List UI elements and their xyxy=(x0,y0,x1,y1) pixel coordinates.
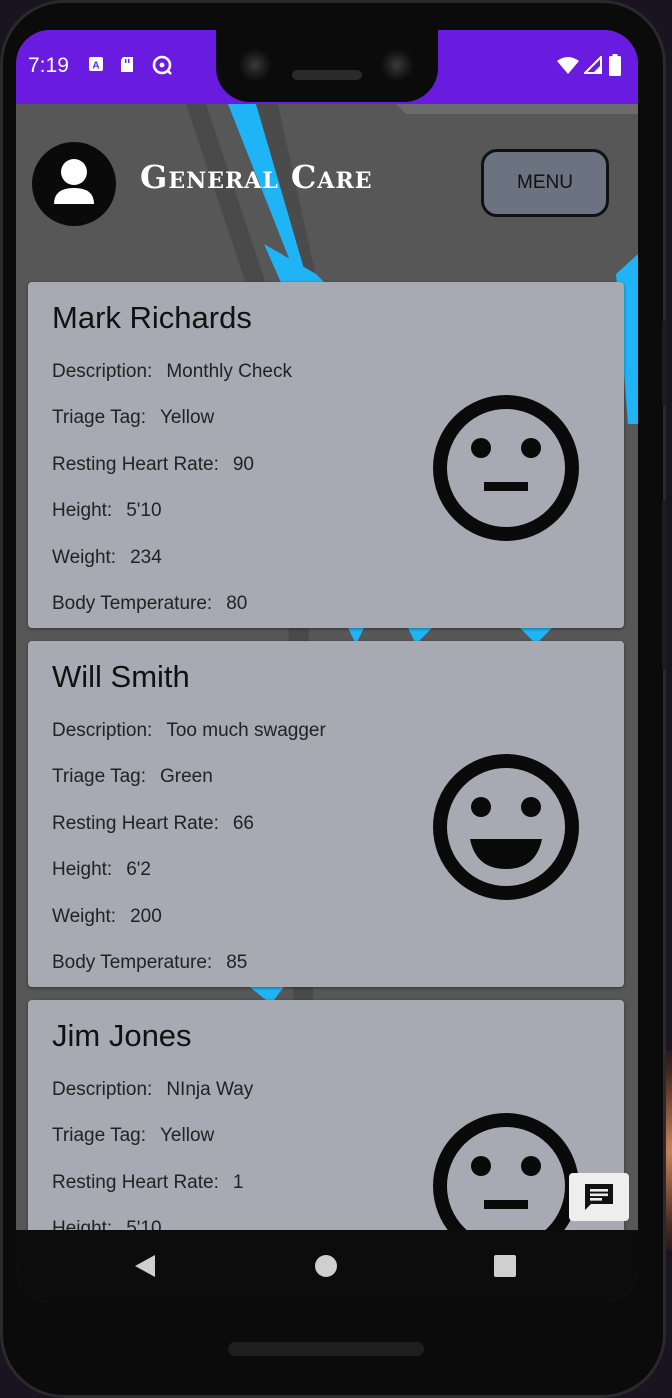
description-row: Description: Monthly Check xyxy=(52,361,292,382)
earpiece-speaker xyxy=(292,70,362,80)
heart-rate-row: Resting Heart Rate: 90 xyxy=(52,454,254,475)
height-row: Height: 5'10 xyxy=(52,500,162,521)
wifi-icon xyxy=(556,56,580,78)
front-camera-right xyxy=(380,48,414,82)
recents-icon[interactable] xyxy=(493,1254,517,1278)
data-saver-icon xyxy=(151,54,173,80)
phone-frame: 7:19 A General Care MENU Mark Richards D… xyxy=(0,0,667,1398)
front-camera-left xyxy=(238,48,272,82)
navigation-bar xyxy=(16,1230,638,1302)
temperature-row: Body Temperature: 80 xyxy=(52,593,248,614)
back-icon[interactable] xyxy=(133,1254,157,1278)
heart-rate-row: Resting Heart Rate: 1 xyxy=(52,1172,244,1193)
patient-card[interactable]: Mark Richards Description: Monthly Check … xyxy=(28,282,624,628)
height-row: Height: 6'2 xyxy=(52,859,151,880)
sd-card-icon xyxy=(120,56,134,77)
triage-row: Triage Tag: Yellow xyxy=(52,1125,215,1146)
camera-notch xyxy=(216,30,438,102)
menu-button[interactable]: MENU xyxy=(481,149,609,217)
patient-name: Mark Richards xyxy=(52,300,252,335)
patient-card[interactable]: Will Smith Description: Too much swagger … xyxy=(28,641,624,987)
profile-avatar-button[interactable] xyxy=(32,142,116,226)
battery-icon xyxy=(609,54,621,80)
svg-text:A: A xyxy=(92,61,99,72)
app-title: General Care xyxy=(140,158,373,196)
weight-row: Weight: 234 xyxy=(52,547,162,568)
patient-name: Will Smith xyxy=(52,659,190,694)
notification-a-icon: A xyxy=(88,56,104,76)
neutral-face-icon xyxy=(433,1113,579,1230)
phone-speaker-grille xyxy=(228,1342,424,1356)
person-icon xyxy=(54,159,94,204)
description-row: Description: Too much swagger xyxy=(52,720,326,741)
status-time: 7:19 xyxy=(28,54,69,77)
patient-name: Jim Jones xyxy=(52,1018,192,1053)
happy-face-icon xyxy=(433,754,579,900)
height-row: Height: 5'10 xyxy=(52,1218,162,1230)
device-screen: 7:19 A General Care MENU Mark Richards D… xyxy=(16,30,638,1302)
signal-icon xyxy=(582,54,602,78)
triage-row: Triage Tag: Green xyxy=(52,766,213,787)
patient-card[interactable]: Jim Jones Description: NInja Way Triage T… xyxy=(28,1000,624,1230)
heart-rate-row: Resting Heart Rate: 66 xyxy=(52,813,254,834)
power-button xyxy=(662,320,667,406)
chat-icon xyxy=(585,1184,613,1210)
chat-button[interactable] xyxy=(569,1173,629,1221)
weight-row: Weight: 200 xyxy=(52,906,162,927)
triage-row: Triage Tag: Yellow xyxy=(52,407,215,428)
description-row: Description: NInja Way xyxy=(52,1079,254,1100)
app-background: General Care MENU Mark Richards Descript… xyxy=(16,104,638,1230)
neutral-face-icon xyxy=(433,395,579,541)
temperature-row: Body Temperature: 85 xyxy=(52,952,248,973)
home-icon[interactable] xyxy=(314,1254,338,1278)
volume-button xyxy=(662,500,667,670)
